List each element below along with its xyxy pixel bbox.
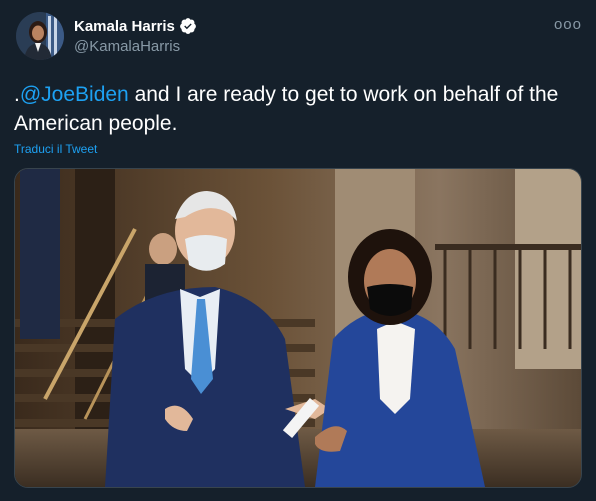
tweet-text: .@JoeBiden and I are ready to get to wor… (14, 80, 574, 138)
translate-tweet-link[interactable]: Traduci il Tweet (14, 142, 97, 156)
more-options-button[interactable]: ooo (554, 16, 582, 33)
photo-two-people-walking (15, 169, 581, 487)
display-name-row: Kamala Harris (74, 16, 197, 36)
avatar-photo (16, 12, 64, 60)
avatar[interactable] (16, 12, 64, 60)
author-info: Kamala Harris @KamalaHarris (74, 16, 197, 55)
mention-link[interactable]: @JoeBiden (20, 83, 129, 106)
tweet-photo[interactable] (14, 168, 582, 488)
display-name[interactable]: Kamala Harris (74, 18, 175, 35)
verified-badge-icon (179, 17, 197, 35)
author-handle[interactable]: @KamalaHarris (74, 38, 197, 55)
